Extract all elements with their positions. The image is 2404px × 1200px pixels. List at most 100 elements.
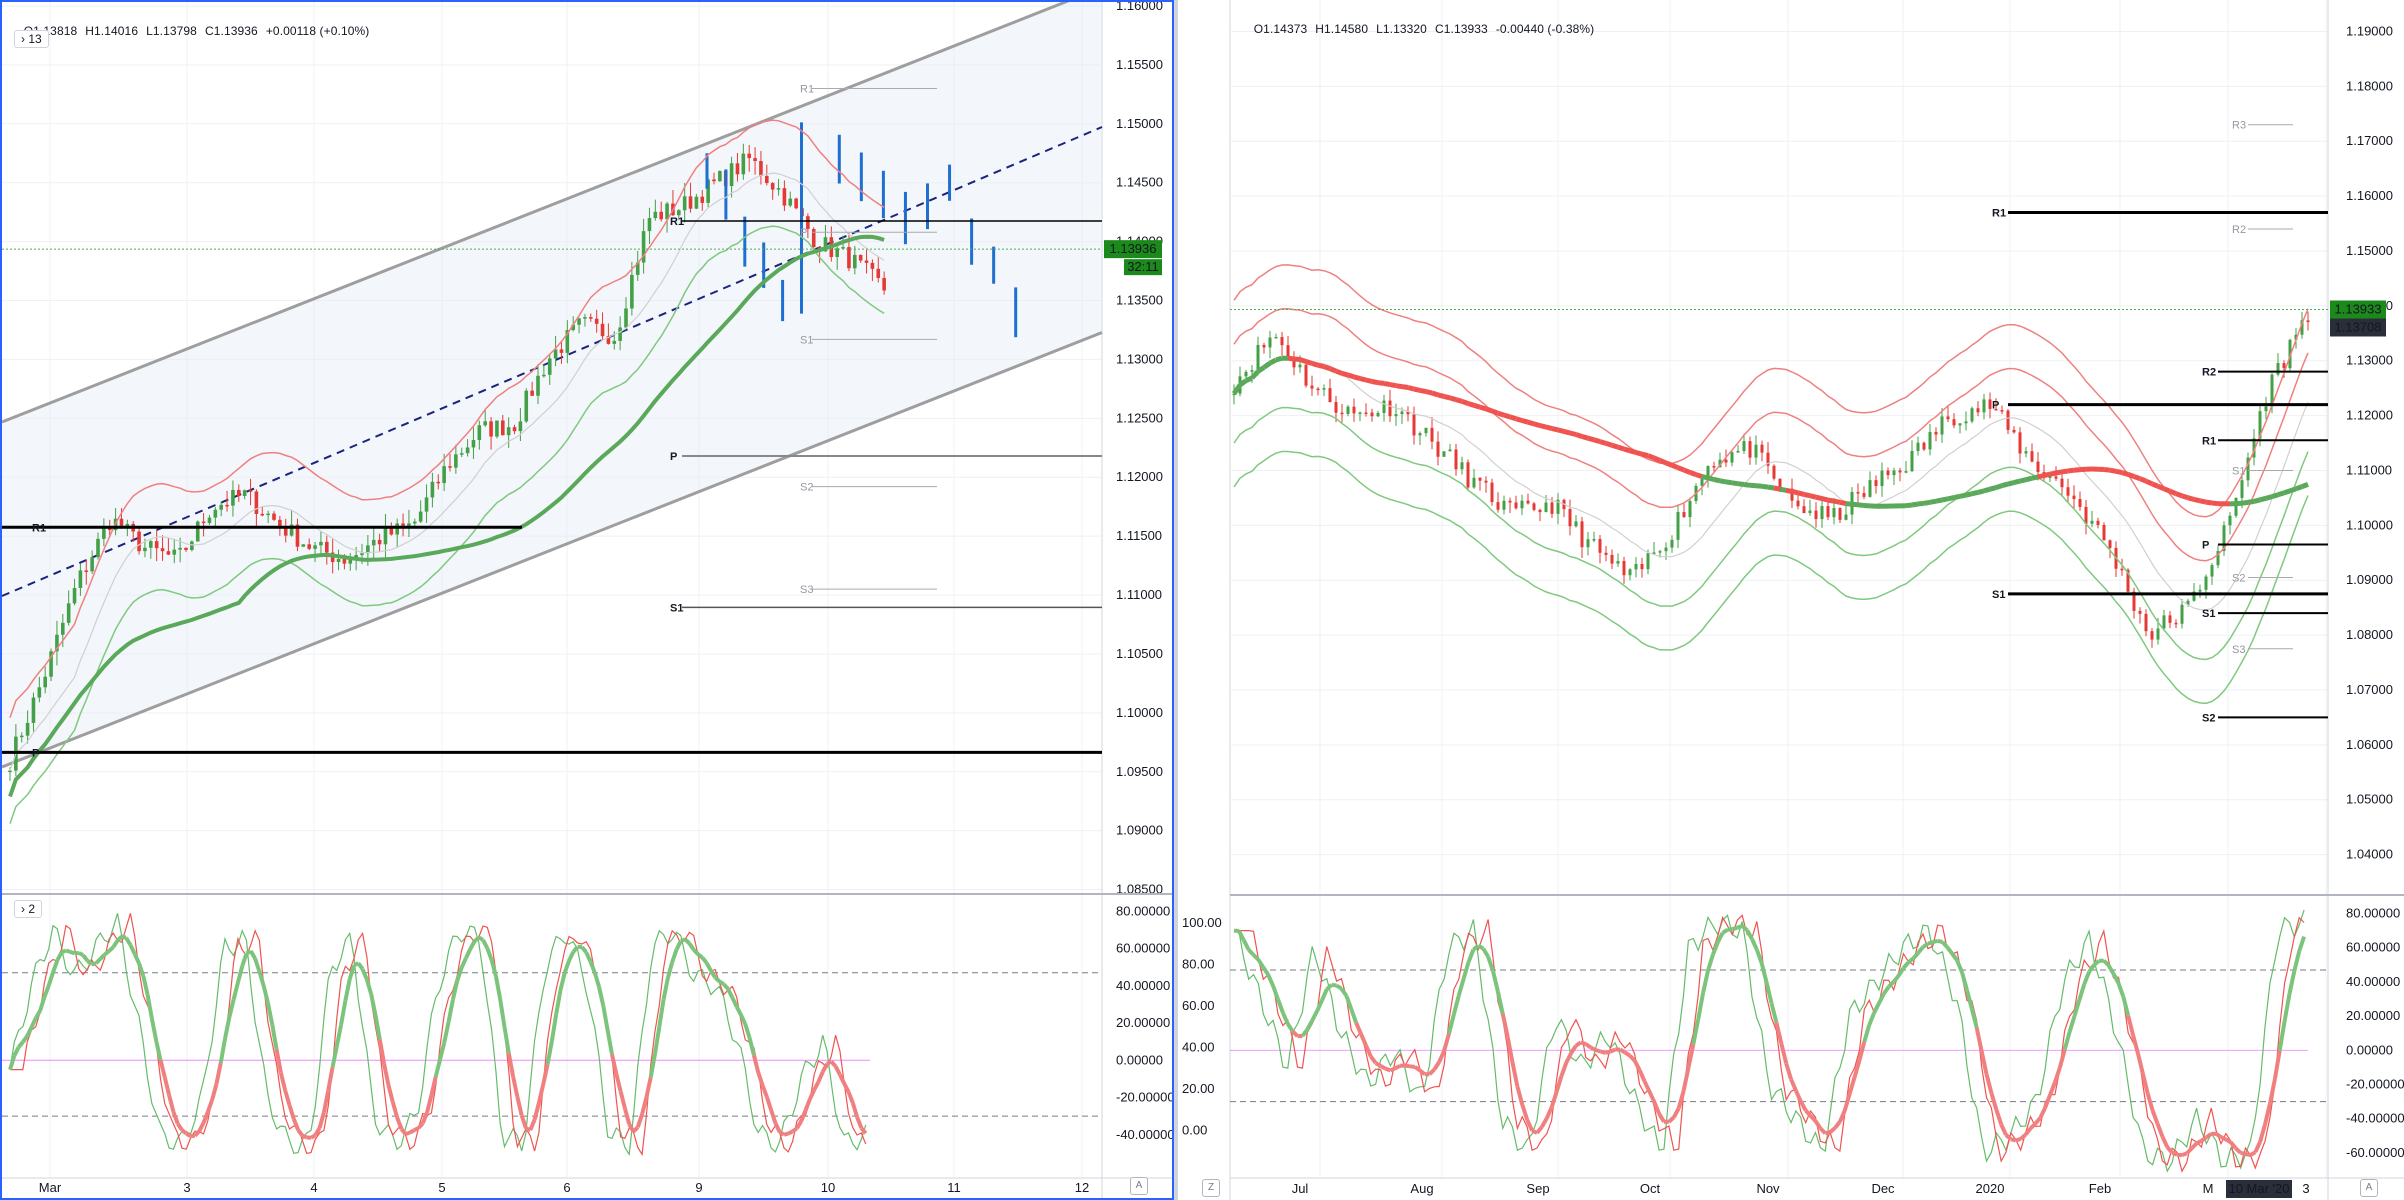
right-ohlc-legend: O1.14373 H1.14580 L1.13320 C1.13933 -0.00440… <box>1240 8 1602 50</box>
stoch-signal-segment <box>2087 963 2096 973</box>
ema-segment <box>2211 500 2219 507</box>
stoch-signal-segment <box>1389 1066 1397 1073</box>
stoch-signal-segment <box>1824 1130 1831 1136</box>
stoch-signal-segment <box>1242 939 1251 951</box>
stoch-signal-segment <box>1916 945 1925 955</box>
stoch-signal-segment <box>1315 999 1324 1012</box>
stoch-signal-segment <box>622 1107 632 1125</box>
candle-body <box>1418 433 1422 436</box>
stoch-signal-segment <box>81 953 89 962</box>
osc-tick-label: -60.00000 <box>2346 1145 2404 1160</box>
candle-body <box>1934 431 1938 435</box>
osc-tick-label: 80.00000 <box>1116 903 1170 918</box>
ema-segment <box>2265 494 2273 501</box>
candle-body <box>248 490 253 492</box>
candle-body <box>2024 451 2028 454</box>
candle-body <box>1586 539 1590 548</box>
candle-body <box>547 358 552 375</box>
stoch-signal-segment <box>1994 1108 2004 1126</box>
ema-segment <box>1905 502 1913 509</box>
stoch-signal-segment <box>1384 1066 1392 1073</box>
candle-body <box>61 622 65 635</box>
stoch-signal-segment <box>310 1133 317 1140</box>
ema-segment <box>2144 478 2154 487</box>
stoch-signal-segment <box>1789 1078 1798 1092</box>
stoch-signal-segment <box>1721 928 1729 935</box>
right-chart-pane[interactable]: 1.190001.180001.170001.160001.150001.140… <box>1178 0 2404 1200</box>
candle-body <box>160 548 165 552</box>
candle-body <box>1568 509 1572 527</box>
right-chart-canvas[interactable]: 1.190001.180001.170001.160001.150001.140… <box>1178 0 2404 1200</box>
stoch-signal-segment <box>167 1094 176 1113</box>
stoch-signal-segment <box>42 984 51 998</box>
price-tick-label: 1.11500 <box>1116 528 1162 543</box>
candle-body <box>1424 427 1428 434</box>
stoch-signal-segment <box>185 1131 192 1138</box>
stoch-signal-segment <box>2253 1141 2262 1154</box>
stoch-signal-segment <box>1984 1073 1994 1094</box>
candle-body <box>1892 470 1896 476</box>
ema-segment <box>2031 474 2039 481</box>
candle-body <box>1316 388 1320 391</box>
candle-body <box>1604 552 1608 555</box>
stoch-signal-segment <box>1261 966 1270 976</box>
stoch-signal-segment <box>2287 970 2297 995</box>
candle-body <box>2180 604 2184 624</box>
zoom-button[interactable]: Z <box>1202 1179 1220 1197</box>
left-chart-pane[interactable]: 1.160001.155001.150001.145001.140001.135… <box>0 0 1174 1200</box>
stoch-d-line <box>1234 914 2305 1173</box>
candle-body <box>1262 344 1266 348</box>
ema-segment <box>1317 362 1325 370</box>
left-chart-canvas[interactable]: 1.160001.155001.150001.145001.140001.135… <box>2 2 1172 1198</box>
stoch-signal-segment <box>103 949 111 957</box>
stoch-signal-segment <box>34 1009 42 1020</box>
indicator-legend-toggle[interactable]: › 13 <box>14 30 49 48</box>
candle-body <box>1454 449 1458 470</box>
pivot-level-label: S1 <box>1992 589 2005 601</box>
stoch-signal-segment <box>408 1128 416 1135</box>
ema-segment <box>1371 379 1379 386</box>
candle-body <box>96 538 100 558</box>
stoch-signal-segment <box>515 1096 524 1116</box>
stoch-signal-segment <box>459 957 468 969</box>
stoch-signal-segment <box>1921 941 1930 949</box>
stoch-signal-segment <box>1754 948 1764 964</box>
stoch-signal-segment <box>1867 1012 1876 1026</box>
ema-segment <box>1917 500 1925 507</box>
pivot-level-label: R1 <box>1992 208 2006 220</box>
stoch-signal-segment <box>231 982 240 1001</box>
candle-body <box>471 440 476 448</box>
osc-left-tick-label: 100.00 <box>1182 915 1222 930</box>
ema-segment <box>1341 370 1349 378</box>
pivot-level-label: S1 <box>800 334 813 346</box>
stoch-signal-segment <box>1580 1040 1587 1046</box>
price-tick-label: 1.07000 <box>2346 682 2393 697</box>
auto-scale-button[interactable]: A <box>1130 1177 1148 1195</box>
time-tick-label: Feb <box>2089 1181 2111 1196</box>
stoch-signal-segment <box>356 961 365 971</box>
candle-body <box>559 349 564 353</box>
ema-segment <box>2181 493 2189 501</box>
stoch-signal-segment <box>498 998 507 1028</box>
stoch-signal-segment <box>145 994 154 1019</box>
ema-segment <box>1941 496 1949 503</box>
stoch-signal-segment <box>2082 971 2091 986</box>
candle-body <box>237 489 241 496</box>
stoch-signal-segment <box>291 1118 300 1131</box>
ema-segment <box>1647 453 1655 461</box>
candle-body <box>741 153 746 175</box>
stoch-signal-segment <box>1310 1010 1319 1022</box>
stoch-signal-segment <box>2019 1133 2027 1141</box>
stoch-signal-segment <box>29 1017 38 1029</box>
candle-body <box>266 513 270 516</box>
candle-body <box>530 390 534 396</box>
candle-body <box>25 722 30 736</box>
oscillator-legend-toggle[interactable]: › 2 <box>14 900 43 918</box>
stoch-signal-segment <box>1847 1076 1857 1095</box>
stoch-signal-segment <box>1564 1052 1573 1064</box>
auto-scale-button[interactable]: A <box>2360 1179 2378 1197</box>
ema-segment <box>1311 361 1319 368</box>
stoch-signal-segment <box>1413 1065 1421 1072</box>
candle-body <box>1832 508 1836 518</box>
stoch-signal-segment <box>2245 1152 2251 1158</box>
